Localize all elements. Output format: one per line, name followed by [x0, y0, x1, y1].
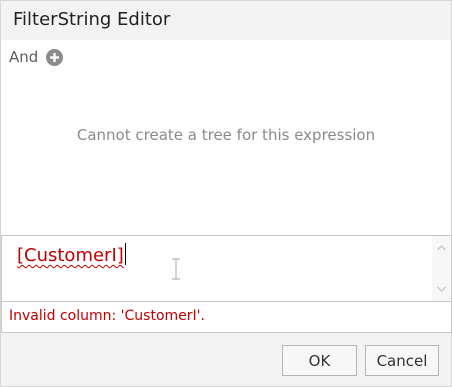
cancel-button[interactable]: Cancel: [365, 345, 439, 376]
tree-status-message: Cannot create a tree for this expression: [76, 126, 376, 144]
filter-tree-panel: And Cannot create a tree for this expres…: [1, 40, 451, 235]
editor-scrollbar[interactable]: [432, 236, 451, 301]
expression-text[interactable]: [CustomerI]: [17, 243, 126, 266]
ok-button[interactable]: OK: [282, 345, 357, 376]
plus-circle-icon[interactable]: [46, 48, 64, 66]
scroll-up-arrow-icon[interactable]: [436, 244, 447, 252]
text-caret: [124, 243, 126, 265]
validation-error-message: Invalid column: 'CustomerI'.: [9, 308, 205, 324]
group-operator-and[interactable]: And: [9, 48, 38, 66]
validation-error-box: Invalid column: 'CustomerI'.: [1, 302, 452, 333]
dialog-title: FilterString Editor: [13, 9, 171, 30]
group-operator-row: And: [9, 48, 64, 66]
ibeam-cursor-icon: [172, 258, 180, 280]
title-bar[interactable]: FilterString Editor: [1, 1, 451, 40]
expression-value: [CustomerI]: [17, 245, 124, 266]
filter-expression-editor[interactable]: [CustomerI]: [1, 235, 452, 302]
scroll-down-arrow-icon[interactable]: [436, 285, 447, 293]
filterstring-editor-dialog: FilterString Editor And Cannot create a …: [0, 0, 452, 387]
